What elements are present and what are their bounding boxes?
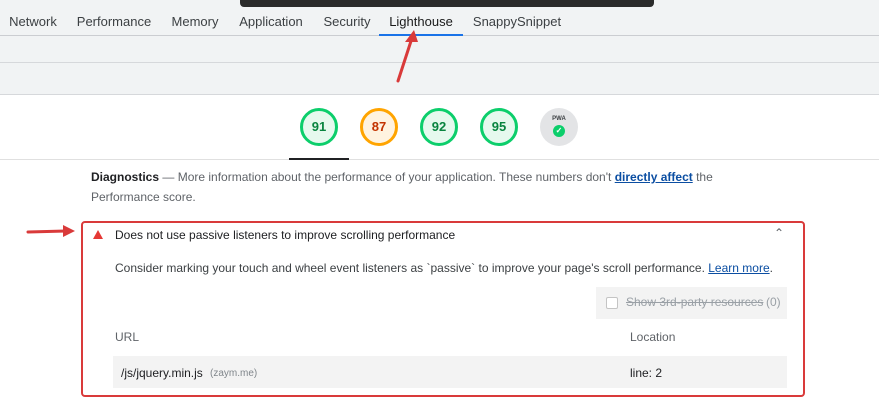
annotation-arrow-icon: [396, 30, 418, 83]
annotation-arrows: [26, 30, 418, 237]
annotation-arrow-icon: [26, 225, 75, 237]
